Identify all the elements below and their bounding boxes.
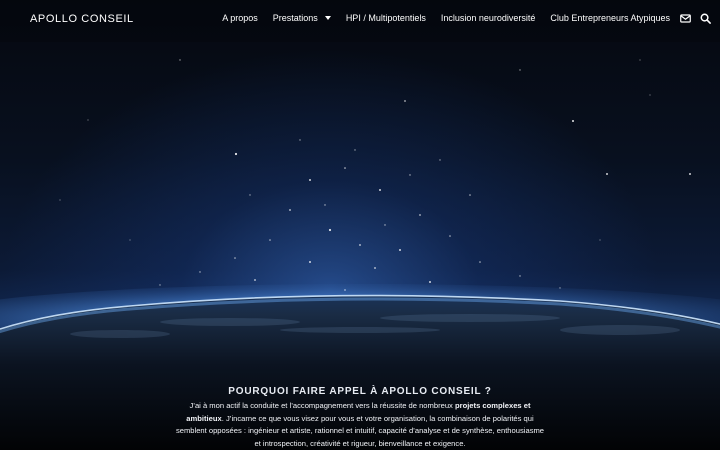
- body-text-part2: . J’incarne ce que vous visez pour vous …: [175, 413, 545, 448]
- nav-label: Inclusion neurodiversité: [440, 13, 536, 23]
- nav-label: Prestations: [272, 13, 318, 23]
- nav-item-inclusion-neurodiversite[interactable]: Inclusion neurodiversité: [441, 13, 536, 23]
- nav-item-hpi-multipotentiels[interactable]: HPI / Multipotentiels: [346, 13, 426, 23]
- earth-horizon: [0, 284, 720, 450]
- nav-item-prestations[interactable]: Prestations: [273, 13, 331, 23]
- body-text-part1: J’ai à mon actif la conduite et l’accomp…: [189, 401, 455, 410]
- nav-label: A propos: [222, 13, 258, 23]
- search-icon[interactable]: [700, 13, 711, 24]
- nav-item-club-entrepreneurs-atypiques[interactable]: Club Entrepreneurs Atypiques: [550, 13, 670, 23]
- section-body: J’ai à mon actif la conduite et l’accomp…: [175, 400, 545, 450]
- caret-down-icon: [324, 16, 331, 20]
- nav-label: HPI / Multipotentiels: [345, 13, 426, 23]
- nav-item-a-propos[interactable]: A propos: [222, 13, 258, 23]
- main-nav: A propos Prestations HPI / Multipotentie…: [222, 13, 670, 23]
- nav-label: Club Entrepreneurs Atypiques: [550, 13, 670, 23]
- envelope-icon[interactable]: [680, 13, 691, 24]
- page: APOLLO CONSEIL A propos Prestations HPI …: [0, 0, 720, 450]
- site-header: APOLLO CONSEIL A propos Prestations HPI …: [0, 0, 720, 42]
- site-logo[interactable]: APOLLO CONSEIL: [30, 13, 134, 25]
- header-icons: [680, 13, 711, 24]
- why-section: POURQUOI FAIRE APPEL À APOLLO CONSEIL ? …: [0, 386, 720, 450]
- section-title: POURQUOI FAIRE APPEL À APOLLO CONSEIL ?: [228, 386, 492, 397]
